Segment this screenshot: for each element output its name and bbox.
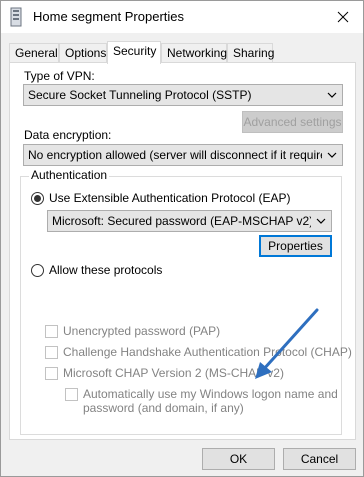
eap-method-select[interactable]: Microsoft: Secured password (EAP-MSCHAP … <box>47 210 332 232</box>
advanced-settings-label: Advanced settings <box>243 115 342 129</box>
advanced-settings-button[interactable]: Advanced settings <box>242 111 343 133</box>
mschapv2-checkbox[interactable] <box>45 367 58 380</box>
vpn-type-select[interactable]: Secure Socket Tunneling Protocol (SSTP) <box>23 84 343 106</box>
tab-networking[interactable]: Networking <box>161 43 227 62</box>
tab-general[interactable]: General <box>9 43 59 62</box>
network-connection-icon <box>10 7 22 27</box>
ok-button[interactable]: OK <box>202 448 275 470</box>
properties-dialog: Home segment Properties General Options … <box>0 0 364 477</box>
cancel-button[interactable]: Cancel <box>283 448 356 470</box>
tab-security[interactable]: Security <box>107 41 161 64</box>
auto-logon-label-line2: password (and domain, if any) <box>83 401 244 415</box>
tab-label: Options <box>65 46 107 60</box>
tab-label: Networking <box>167 46 228 60</box>
allow-protocols-radio[interactable] <box>31 264 44 277</box>
window-title: Home segment Properties <box>33 9 185 24</box>
tab-label: Sharing <box>233 46 275 60</box>
tab-options[interactable]: Options <box>59 43 107 62</box>
ok-label: OK <box>229 452 248 466</box>
auto-logon-label-line1: Automatically use my Windows logon name … <box>83 387 338 401</box>
tab-sharing[interactable]: Sharing <box>227 43 275 62</box>
eap-method-value: Microsoft: Secured password (EAP-MSCHAP … <box>52 214 311 228</box>
encryption-value: No encryption allowed (server will disco… <box>28 148 322 162</box>
vpn-type-value: Secure Socket Tunneling Protocol (SSTP) <box>28 88 252 102</box>
eap-radio[interactable] <box>31 192 44 205</box>
pap-checkbox[interactable] <box>45 325 58 338</box>
chevron-down-icon <box>327 92 337 98</box>
encryption-label: Data encryption: <box>24 128 112 142</box>
close-button[interactable] <box>323 1 363 33</box>
cancel-label: Cancel <box>300 452 339 466</box>
tab-label: General <box>15 46 58 60</box>
tab-label: Security <box>113 44 157 58</box>
close-icon <box>337 11 349 23</box>
authentication-group-title: Authentication <box>29 168 110 182</box>
chevron-down-icon <box>327 152 337 158</box>
eap-radio-label: Use Extensible Authentication Protocol (… <box>49 191 291 205</box>
properties-button[interactable]: Properties <box>259 235 332 257</box>
encryption-select[interactable]: No encryption allowed (server will disco… <box>23 144 343 166</box>
vpn-type-label: Type of VPN: <box>24 69 95 83</box>
chevron-down-icon <box>316 218 326 224</box>
title-bar: Home segment Properties <box>1 1 363 33</box>
arrow-pointer-icon <box>255 308 319 379</box>
properties-label: Properties <box>268 239 323 253</box>
allow-protocols-label: Allow these protocols <box>49 263 163 277</box>
auto-logon-checkbox[interactable] <box>65 388 78 401</box>
pap-label: Unencrypted password (PAP) <box>63 324 221 338</box>
chap-checkbox[interactable] <box>45 346 58 359</box>
